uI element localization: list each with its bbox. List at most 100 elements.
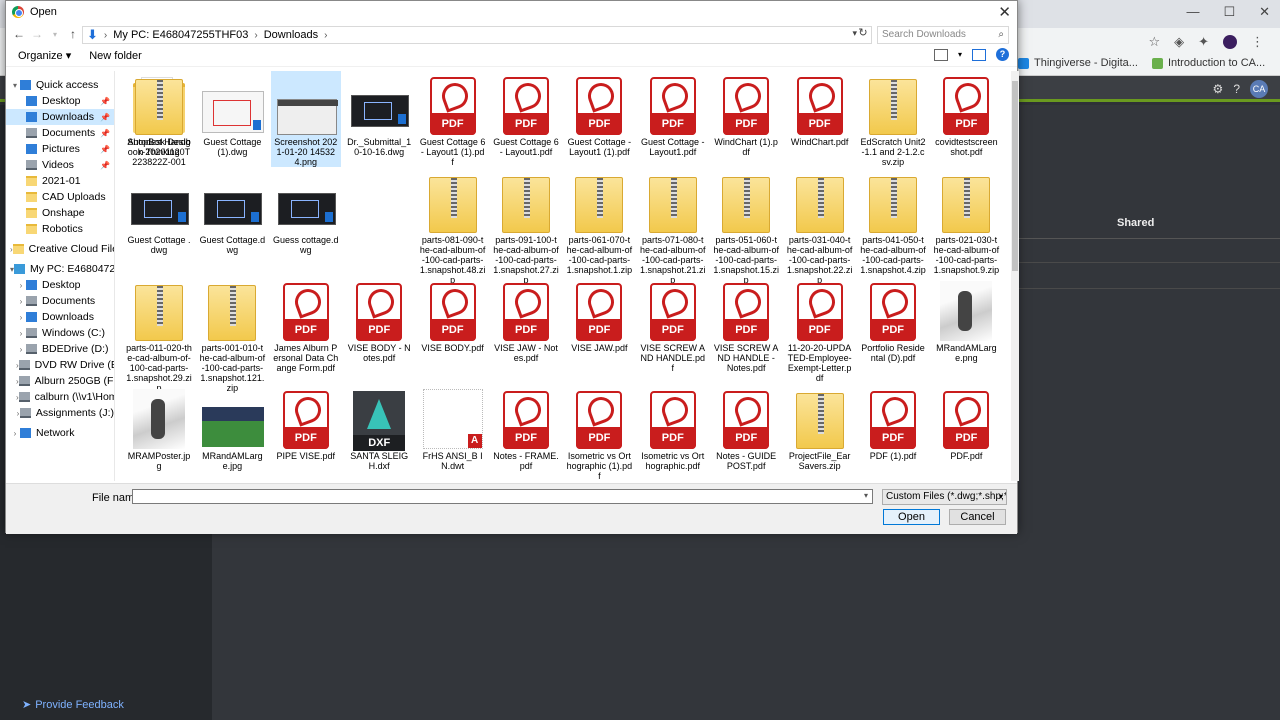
- minimize-icon[interactable]: —: [1186, 4, 1199, 20]
- chevron-right-icon[interactable]: ›: [104, 30, 107, 41]
- file-tile[interactable]: PDF James Alburn Personal Data Change For…: [271, 277, 341, 373]
- close-window-icon[interactable]: ✕: [1259, 4, 1270, 20]
- forward-arrow-icon[interactable]: →: [28, 27, 46, 41]
- back-arrow-icon[interactable]: ←: [10, 27, 28, 41]
- nav-item[interactable]: › Desktop: [6, 277, 114, 293]
- nav-item[interactable]: › BDEDrive (D:): [6, 341, 114, 357]
- nav-item[interactable]: ›DVD RW Drive (E:) C: [6, 357, 114, 373]
- breadcrumb-my-pc[interactable]: My PC: E468047255THF03: [113, 29, 248, 41]
- nav-item[interactable]: Documents 📌: [6, 125, 114, 141]
- file-tile[interactable]: MRandAMLarge.png: [931, 277, 1001, 363]
- file-tile[interactable]: PDF Guest Cottage 6 - Layout1.pdf: [491, 71, 561, 157]
- bookmark-thingiverse[interactable]: Thingiverse - Digita...: [1018, 57, 1138, 69]
- expand-toggle-icon[interactable]: ›: [16, 297, 26, 306]
- file-tile[interactable]: FrHS ANSI_B IN.dwt: [418, 385, 488, 471]
- chevron-right-icon[interactable]: ›: [254, 30, 257, 41]
- expand-toggle-icon[interactable]: ›: [16, 281, 26, 290]
- bookmark-introduction[interactable]: Introduction to CA...: [1151, 57, 1265, 69]
- close-icon[interactable]: ✕: [998, 3, 1011, 21]
- file-tile[interactable]: PDF WindChart.pdf: [785, 71, 855, 147]
- file-tile[interactable]: parts-001-010-the-cad-album-of-100-cad-p…: [197, 277, 267, 393]
- file-tile[interactable]: PDF VISE BODY.pdf: [418, 277, 488, 353]
- scrollbar-thumb[interactable]: [1012, 81, 1018, 271]
- file-tile[interactable]: MRAMPoster.jpg: [124, 385, 194, 471]
- file-tile[interactable]: PDF VISE JAW.pdf: [564, 277, 634, 353]
- file-tile[interactable]: PDF VISE SCREW AND HANDLE.pdf: [638, 277, 708, 373]
- view-dropdown-icon[interactable]: ▾: [958, 50, 962, 59]
- profile-avatar[interactable]: [1223, 35, 1237, 49]
- chevron-right-icon[interactable]: ›: [324, 30, 327, 41]
- file-tile[interactable]: PDF 11-20-20-UPDATED-Employee-Exempt-Lett…: [785, 277, 855, 383]
- file-tile[interactable]: Guest Cottage.dwg: [197, 169, 267, 255]
- help-icon[interactable]: ?: [1233, 82, 1240, 96]
- file-tile[interactable]: PDF Guest Cottage 6 - Layout1 (1).pdf: [418, 71, 488, 167]
- help-icon[interactable]: ?: [996, 48, 1009, 61]
- file-tile[interactable]: EdScratch Unit2-1.1 and 2-1.2.csv.zip: [858, 71, 928, 167]
- recent-dropdown-icon[interactable]: ▾: [46, 30, 64, 39]
- expand-toggle-icon[interactable]: ›: [16, 329, 26, 338]
- provide-feedback-link[interactable]: ➤ Provide Feedback: [22, 698, 124, 712]
- file-tile[interactable]: PDF PDF.pdf: [931, 385, 1001, 461]
- file-tile[interactable]: parts-041-050-the-cad-album-of-100-cad-p…: [858, 169, 928, 275]
- file-type-select[interactable]: Custom Files (*.dwg;*.shp;*.sdf, ▾: [882, 489, 1007, 505]
- nav-item[interactable]: › calburn (\\v1\Hom: [6, 389, 114, 405]
- breadcrumb-downloads[interactable]: Downloads: [264, 29, 318, 41]
- file-tile[interactable]: PDF Notes - GUIDE POST.pdf: [711, 385, 781, 471]
- file-tile[interactable]: Guess cottage.dwg: [271, 169, 341, 255]
- file-tile[interactable]: MRandAMLarge.jpg: [197, 385, 267, 471]
- file-tile[interactable]: PDF Guest Cottage - Layout1.pdf: [638, 71, 708, 157]
- address-bar[interactable]: ⬇ › My PC: E468047255THF03 › Downloads ›…: [82, 26, 872, 44]
- file-tile[interactable]: parts-081-090-the-cad-album-of-100-cad-p…: [418, 169, 488, 285]
- nav-item[interactable]: › Downloads: [6, 309, 114, 325]
- file-tile[interactable]: PDF Isometric vs Orthographic (1).pdf: [564, 385, 634, 481]
- preview-pane-icon[interactable]: [972, 48, 986, 61]
- nav-item[interactable]: 2021-01: [6, 173, 114, 189]
- settings-gear-icon[interactable]: ⚙: [1213, 82, 1224, 96]
- organize-button[interactable]: Organize ▾: [18, 49, 71, 62]
- file-tile[interactable]: ShopBot Handbook-20201120T223822Z-001: [124, 71, 194, 167]
- nav-item[interactable]: ▾ Quick access: [6, 77, 114, 93]
- nav-item[interactable]: Desktop 📌: [6, 93, 114, 109]
- file-tile[interactable]: PDF VISE BODY - Notes.pdf: [344, 277, 414, 363]
- file-tile[interactable]: PDF PIPE VISE.pdf: [271, 385, 341, 461]
- file-tile[interactable]: parts-061-070-the-cad-album-of-100-cad-p…: [564, 169, 634, 275]
- bookmark-star-icon[interactable]: ☆: [1148, 34, 1160, 50]
- nav-item[interactable]: ▾My PC: E468047255T: [6, 261, 114, 277]
- search-input[interactable]: Search Downloads ⌕: [877, 26, 1009, 44]
- file-tile[interactable]: parts-011-020-the-cad-album-of-100-cad-p…: [124, 277, 194, 393]
- file-tile[interactable]: PDF covidtestscreenshot.pdf: [931, 71, 1001, 157]
- file-tile[interactable]: parts-091-100-the-cad-album-of-100-cad-p…: [491, 169, 561, 285]
- nav-item[interactable]: › Alburn 250GB (F:): [6, 373, 114, 389]
- change-view-icon[interactable]: [933, 48, 948, 61]
- file-tile[interactable]: Guest Cottage (1).dwg: [197, 71, 267, 157]
- file-tile[interactable]: PDF Notes - FRAME.pdf: [491, 385, 561, 471]
- file-tile[interactable]: Dr._Submittal_10-10-16.dwg: [344, 71, 414, 157]
- nav-item[interactable]: Downloads 📌: [6, 109, 114, 125]
- expand-toggle-icon[interactable]: ▾: [10, 81, 20, 90]
- nav-item[interactable]: › Documents: [6, 293, 114, 309]
- file-tile[interactable]: ProjectFile_EarSavers.zip: [785, 385, 855, 471]
- file-tile[interactable]: parts-051-060-the-cad-album-of-100-cad-p…: [711, 169, 781, 285]
- file-tile[interactable]: Guest Cottage .dwg: [124, 169, 194, 255]
- file-tile[interactable]: parts-031-040-the-cad-album-of-100-cad-p…: [785, 169, 855, 285]
- file-tile[interactable]: PDF Isometric vs Orthographic.pdf: [638, 385, 708, 471]
- file-tile[interactable]: PDF Portfolio Residental (D).pdf: [858, 277, 928, 363]
- file-tile[interactable]: PDF WindChart (1).pdf: [711, 71, 781, 157]
- extension-icon[interactable]: ◈: [1174, 34, 1184, 50]
- nav-item[interactable]: › Network: [6, 425, 114, 441]
- file-tile[interactable]: PDF PDF (1).pdf: [858, 385, 928, 461]
- user-avatar[interactable]: CA: [1250, 80, 1268, 98]
- nav-item[interactable]: › Assignments (J:): [6, 405, 114, 421]
- nav-item[interactable]: CAD Uploads: [6, 189, 114, 205]
- nav-item[interactable]: Onshape: [6, 205, 114, 221]
- file-tile[interactable]: PDF VISE SCREW AND HANDLE - Notes.pdf: [711, 277, 781, 373]
- chevron-down-icon[interactable]: ▾: [864, 491, 868, 500]
- expand-toggle-icon[interactable]: ›: [16, 345, 26, 354]
- file-name-input[interactable]: [132, 489, 873, 504]
- file-tile[interactable]: Screenshot 2021-01-20 145324.png: [270, 71, 341, 167]
- refresh-icon[interactable]: ↻: [856, 26, 870, 39]
- nav-item[interactable]: › Creative Cloud Files: [6, 241, 114, 257]
- file-tile[interactable]: PDF VISE JAW - Notes.pdf: [491, 277, 561, 363]
- nav-item[interactable]: Pictures 📌: [6, 141, 114, 157]
- puzzle-icon[interactable]: ✦: [1198, 34, 1209, 50]
